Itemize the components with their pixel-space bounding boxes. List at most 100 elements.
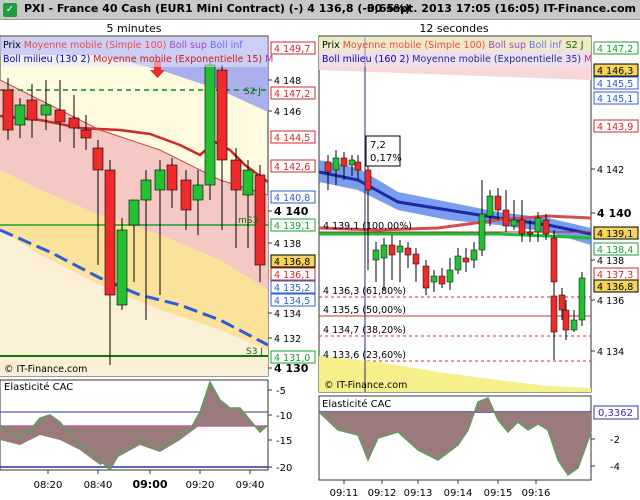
subchart-tick: 0,3362	[598, 408, 633, 419]
candle	[404, 247, 412, 256]
time-label: 09:15	[484, 488, 513, 499]
candle	[510, 219, 518, 227]
candle	[438, 275, 446, 285]
level-tag-s2: S2 J	[244, 87, 261, 97]
price-label: 4 135,2	[274, 283, 310, 294]
candle	[68, 117, 80, 129]
price-label: 4 136	[597, 296, 624, 307]
svg-text:Boll milieu (130 2)Moyenne mob: Boll milieu (130 2) Moyenne mobile (Expon…	[3, 54, 273, 65]
candle	[454, 255, 462, 271]
price-label: 4 136,1	[274, 270, 310, 281]
tooltip-value: 7,2	[370, 140, 386, 151]
candle	[80, 129, 92, 139]
candle	[104, 169, 116, 296]
candle	[332, 157, 340, 171]
candle	[470, 249, 478, 261]
tooltip-percent: 0,17%	[370, 153, 402, 164]
candle	[26, 99, 38, 121]
candle	[116, 229, 128, 306]
app-logo-icon: ✓	[3, 3, 17, 17]
svg-text:PrixMoyenne mobile (Simple 100: Prix Moyenne mobile (Simple 100) Boll sup B…	[322, 40, 584, 51]
price-label: 4 138,4	[597, 245, 633, 256]
candle	[570, 319, 578, 331]
candle	[396, 245, 404, 253]
subchart-title-right: Elasticité CAC	[322, 398, 391, 410]
price-label: 4 148	[274, 76, 301, 87]
candle	[230, 159, 242, 191]
datetime-label: 30 sept. 2013 17:05 (16:05)	[367, 2, 540, 15]
candle	[534, 217, 542, 233]
candle	[242, 169, 254, 196]
price-label: 4 140,8	[274, 193, 310, 204]
candle	[550, 237, 558, 283]
candle	[140, 179, 152, 201]
candle	[324, 161, 332, 173]
time-label: 09:13	[404, 488, 433, 499]
candle	[578, 277, 586, 321]
time-label: 08:20	[34, 480, 63, 491]
price-label: 4 145,5	[597, 79, 633, 90]
time-label: 08:40	[84, 480, 113, 491]
candle	[494, 195, 502, 211]
price-label: 4 147,2	[274, 89, 310, 100]
price-label: 4 138	[597, 256, 624, 267]
candle	[348, 159, 356, 166]
price-label: 4 132	[274, 334, 301, 345]
subchart-tick: -5	[276, 386, 286, 397]
candle	[558, 294, 566, 311]
candle	[526, 231, 534, 235]
fib-label: 4 133,6 (23,60%)	[323, 350, 406, 361]
candle	[562, 309, 570, 331]
time-label: 09:00	[132, 478, 167, 491]
watermark-right: © IT-Finance.com	[324, 380, 407, 391]
candle	[40, 104, 52, 116]
price-label: 4 146,3	[597, 66, 633, 77]
svg-text:Boll milieu (160 2)Moyenne mob: Boll milieu (160 2) Moyenne mobile (Expon…	[322, 54, 592, 65]
candle	[354, 161, 362, 171]
time-label: 09:14	[444, 488, 473, 499]
subchart-tick: -10	[276, 411, 292, 422]
candle	[550, 295, 558, 333]
time-label: 09:20	[186, 480, 215, 491]
price-label: 4 137,3	[597, 270, 633, 281]
subchart-tick: -15	[276, 436, 292, 447]
candle	[166, 164, 178, 191]
subchart-tick: -4	[610, 462, 620, 473]
time-label: 09:16	[522, 488, 551, 499]
price-label: 4 136,8	[597, 282, 633, 293]
price-label: 4 134	[597, 347, 624, 358]
candle	[14, 104, 26, 126]
time-label: 09:40	[236, 480, 265, 491]
candle	[216, 69, 228, 161]
price-label: 4 139,1	[597, 229, 633, 240]
price-label: 4 134,5	[274, 296, 310, 307]
candle	[2, 89, 14, 131]
price-label: 4 147,2	[597, 44, 633, 55]
price-label: 4 142	[597, 165, 624, 176]
price-label: 4 142,6	[274, 162, 310, 173]
candle	[54, 109, 66, 123]
instrument-title: PXI - France 40 Cash (EUR1 Mini Contract…	[24, 2, 411, 15]
fib-label: 4 134,7 (38,20%)	[323, 325, 406, 336]
price-label: 4 139,1	[274, 221, 310, 232]
price-label: 4 144,5	[274, 133, 310, 144]
candle	[542, 219, 550, 235]
time-label: 09:11	[330, 488, 359, 499]
subchart-title-left: Elasticité CAC	[4, 381, 73, 393]
candle	[180, 179, 192, 211]
candle	[422, 265, 430, 289]
candle	[462, 257, 470, 263]
candle	[486, 195, 494, 217]
chart-12sec-panel[interactable]: 12 secondes 7,2 0,17% Prix Moyenne mobile…	[318, 20, 640, 500]
title-bar: ✓ PXI - France 40 Cash (EUR1 Mini Contra…	[0, 0, 640, 20]
price-label: 4 145,1	[597, 94, 633, 105]
legend-prix: Prix	[3, 40, 21, 51]
price-label: 4 143,9	[597, 122, 633, 133]
price-label: 4 140	[597, 207, 632, 220]
time-label: 09:12	[368, 488, 397, 499]
candle	[340, 157, 348, 167]
candle	[502, 209, 510, 227]
price-label: 4 130	[274, 362, 309, 375]
chart-5min-panel[interactable]: 5 minutes Prix Moyenne mobile (Simple 100…	[0, 20, 318, 500]
candle	[364, 169, 372, 191]
